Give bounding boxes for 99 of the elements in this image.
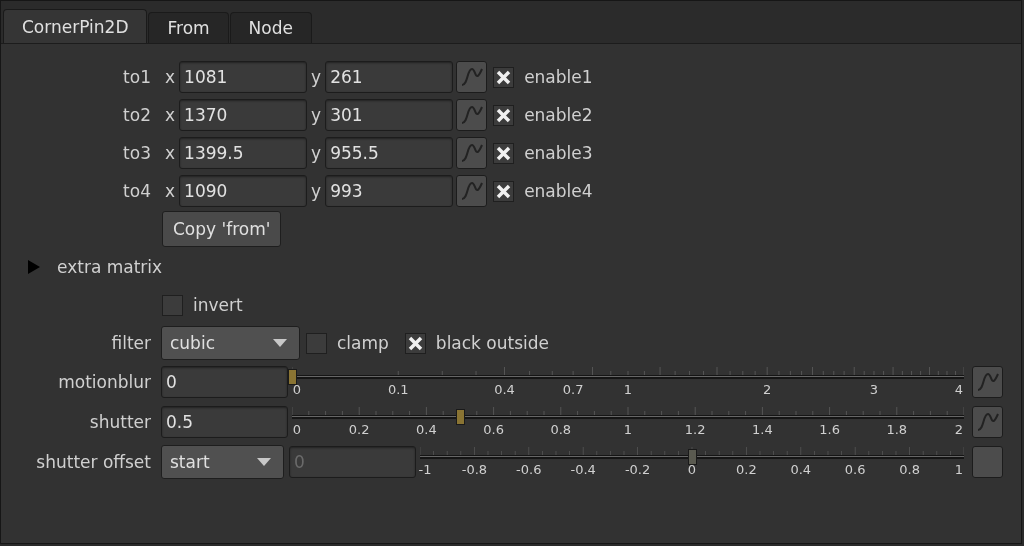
input-field[interactable]: 955.5 [325, 137, 454, 169]
animation-button[interactable] [972, 406, 1003, 438]
cross-icon [496, 107, 512, 123]
axis-label: y [311, 181, 322, 201]
axis-label: x [165, 143, 176, 163]
tick-label: -1 [418, 462, 432, 477]
tick-label: 0.4 [790, 462, 812, 477]
tick-label: 0.7 [562, 382, 584, 397]
animation-button[interactable] [972, 446, 1003, 478]
tick-label: 2 [763, 382, 772, 397]
tick-label: 3 [869, 382, 879, 397]
curve-icon [459, 66, 484, 88]
tick-label: 0.2 [348, 422, 370, 437]
caret-icon [273, 339, 287, 347]
input-field[interactable]: 0.5 [161, 406, 288, 438]
checkbox-label: black outside [435, 333, 550, 353]
tick-label: -0.4 [570, 462, 596, 477]
tick-label: 1 [623, 422, 633, 437]
curve-icon [975, 411, 1000, 433]
tab[interactable]: CornerPin2D [3, 9, 148, 43]
tick-label: 2 [954, 422, 964, 437]
checkbox[interactable] [493, 180, 515, 202]
input-field[interactable]: 1090 [179, 175, 308, 207]
animation-button[interactable] [456, 137, 488, 169]
checkbox-label: enable2 [524, 105, 593, 125]
axis-label: y [311, 67, 322, 87]
tab[interactable]: From [148, 12, 229, 43]
section-title: extra matrix [57, 257, 163, 277]
caret-icon [257, 458, 271, 466]
tick-label: 0 [687, 462, 697, 477]
checkbox[interactable] [493, 104, 515, 126]
tick-label: 4 [954, 382, 964, 397]
tick-label: 1 [623, 382, 633, 397]
cross-icon [496, 183, 512, 199]
checkbox-label: clamp [337, 333, 389, 353]
tick-label: 0.6 [483, 422, 504, 437]
cross-icon [496, 69, 512, 85]
axis-label: y [311, 105, 322, 125]
field-label: to1 [122, 67, 151, 87]
input-field[interactable]: 993 [325, 175, 454, 207]
field-label: filter [110, 333, 151, 353]
copy-button[interactable]: Copy 'from' [162, 211, 282, 247]
checkbox[interactable] [404, 332, 426, 354]
checkbox-label: enable1 [524, 67, 593, 87]
curve-icon [975, 371, 1000, 393]
input-field[interactable]: 1370 [179, 99, 308, 131]
tick-label: -0.2 [624, 462, 651, 477]
curve-icon [459, 104, 484, 126]
tick-label: 0.4 [494, 382, 515, 397]
checkbox[interactable] [493, 66, 515, 88]
tick-label: 1.2 [684, 422, 706, 437]
tick-label: 0.2 [736, 462, 757, 477]
tick-label: 0.4 [416, 422, 437, 437]
tick-label: 0.6 [844, 462, 866, 477]
checkbox-label: enable4 [524, 181, 593, 201]
tick-label: 1.4 [752, 422, 773, 437]
checkbox-label: invert [193, 295, 243, 315]
checkbox[interactable] [162, 294, 183, 316]
checkbox-label: enable3 [524, 143, 593, 163]
field-label: to3 [122, 143, 151, 163]
input-field[interactable]: 1081 [179, 61, 308, 93]
filter-dropdown[interactable]: cubic [161, 326, 300, 360]
tick-label: 1 [954, 462, 964, 477]
checkbox[interactable] [493, 142, 515, 164]
field-label: shutter [88, 412, 151, 432]
input-field[interactable]: 301 [325, 99, 454, 131]
tick-label: 0.1 [387, 382, 409, 397]
field-label: shutter offset [35, 452, 151, 472]
tick-label: 0.8 [899, 462, 920, 477]
animation-button[interactable] [456, 175, 488, 207]
expand-arrow-icon[interactable] [27, 260, 41, 274]
curve-icon [459, 180, 484, 202]
input-field[interactable]: 1399.5 [179, 137, 308, 169]
tick-label: 0 [292, 382, 302, 397]
slider-handle[interactable] [456, 409, 465, 425]
animation-button[interactable] [972, 366, 1003, 398]
checkbox[interactable] [306, 332, 327, 354]
tick-label: 0.8 [550, 422, 572, 437]
tick-label: 1.8 [886, 422, 908, 437]
field-label: to4 [122, 181, 151, 201]
tick-label: 0 [292, 422, 302, 437]
slider-handle[interactable] [288, 369, 297, 385]
tick-label: -0.8 [461, 462, 488, 477]
cross-icon [407, 335, 423, 351]
input-field[interactable]: 0 [161, 366, 288, 398]
curve-icon [459, 142, 484, 164]
axis-label: x [165, 181, 176, 201]
tab[interactable]: Node [229, 12, 312, 43]
field-label: to2 [122, 105, 151, 125]
animation-button[interactable] [456, 61, 488, 93]
field-label: motionblur [57, 372, 151, 392]
tick-label: 1.6 [819, 422, 840, 437]
cross-icon [496, 145, 512, 161]
axis-label: y [311, 143, 322, 163]
animation-button[interactable] [456, 99, 488, 131]
axis-label: x [165, 67, 176, 87]
input-field[interactable]: 261 [325, 61, 454, 93]
tick-label: -0.6 [516, 462, 542, 477]
axis-label: x [165, 105, 176, 125]
